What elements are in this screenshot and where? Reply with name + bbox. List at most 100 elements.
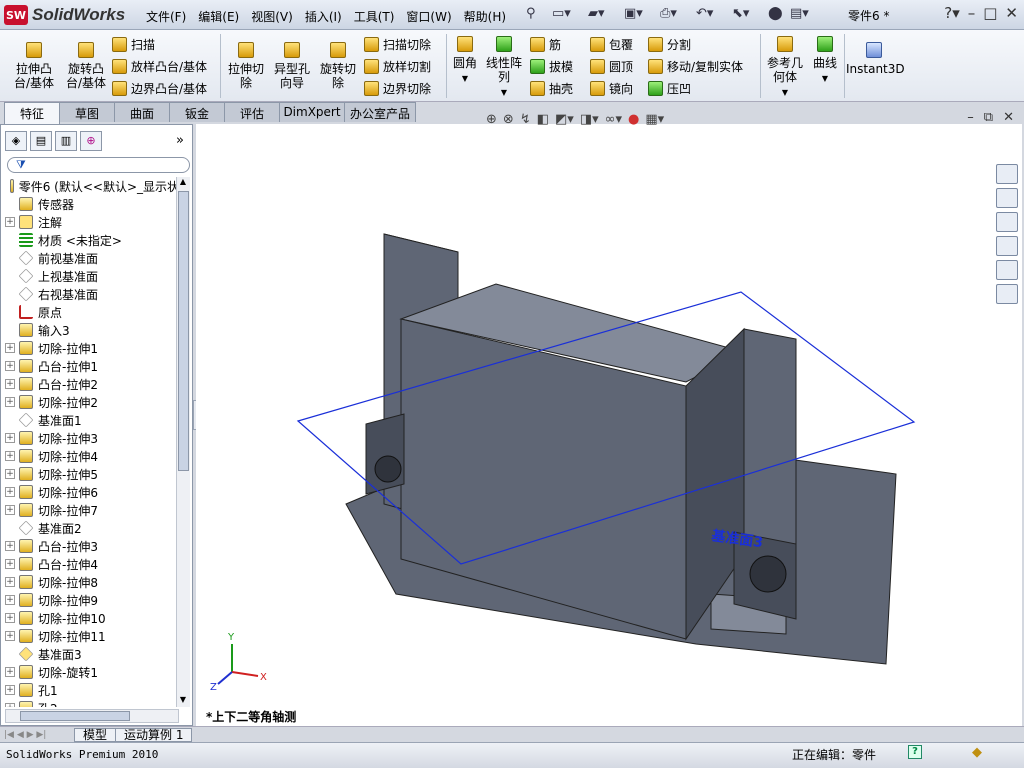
expand-panel-chevron-icon[interactable]: » [176, 133, 184, 148]
scroll-down-icon[interactable]: ▼ [177, 695, 189, 707]
feature-tree-item[interactable]: + 凸台-拉伸1 [5, 357, 179, 375]
scroll-up-icon[interactable]: ▲ [177, 177, 189, 189]
help-question-icon[interactable]: ?▾ [944, 4, 960, 22]
linear-pattern-dropdown-icon[interactable]: ▼ [501, 88, 507, 97]
print-icon[interactable]: ⎙▾ [660, 6, 677, 21]
expand-icon[interactable]: + [5, 433, 15, 443]
feature-tree-item[interactable]: 基准面1 [5, 411, 179, 429]
open-folder-icon[interactable]: ▰▾ [588, 6, 605, 21]
fillet-dropdown-icon[interactable]: ▼ [462, 74, 468, 83]
expand-icon[interactable]: + [5, 613, 15, 623]
expand-icon[interactable]: + [5, 361, 15, 371]
expand-icon[interactable]: + [5, 595, 15, 605]
scroll-thumb[interactable] [178, 191, 189, 471]
solidworks-resources-icon[interactable] [996, 164, 1018, 184]
feature-tree-item[interactable]: 基准面2 [5, 519, 179, 537]
expand-icon[interactable]: + [5, 379, 15, 389]
graphics-viewport[interactable]: ⊕ ⊗ ↯ ◧ ◩▾ ◨▾ ∞▾ ● ▦▾ – ⧉ ✕ 基准面3 Y X Z *… [196, 110, 1022, 726]
reference-geometry-dropdown-icon[interactable]: ▼ [782, 88, 788, 97]
expand-icon[interactable]: + [5, 577, 15, 587]
undo-icon[interactable]: ↶▾ [696, 6, 713, 21]
solidworks-logo[interactable]: SW SolidWorks [4, 4, 125, 26]
close-icon[interactable]: ✕ [1005, 4, 1018, 22]
rebuild-traffic-light-icon[interactable]: ⬤ [768, 6, 783, 21]
tab-sheet-metal[interactable]: 钣金 [169, 102, 225, 122]
new-document-icon[interactable]: ▭▾ [552, 6, 571, 21]
select-cursor-icon[interactable]: ⬉▾ [732, 6, 749, 21]
viewport-restore-icon[interactable]: ⧉ [984, 110, 993, 125]
move-copy-button[interactable]: 移动/复制实体 [648, 58, 743, 75]
feature-tree-horizontal-scrollbar[interactable] [5, 709, 179, 723]
tab-model[interactable]: 模型 [74, 727, 117, 742]
sweep-button[interactable]: 扫描 [112, 36, 155, 53]
extrude-cut-button[interactable]: 拉伸切除 [224, 42, 268, 90]
menu-view[interactable]: 视图(V) [245, 6, 299, 27]
expand-icon[interactable]: + [5, 541, 15, 551]
feature-tree-tab-icon[interactable]: ◈ [5, 131, 27, 151]
feature-filter-input[interactable]: ⧩ [7, 157, 190, 173]
feature-tree-item[interactable]: + 凸台-拉伸3 [5, 537, 179, 555]
feature-tree-item[interactable]: + 切除-拉伸11 [5, 627, 179, 645]
file-explorer-icon[interactable] [996, 212, 1018, 232]
lofted-cut-button[interactable]: 放样切割 [364, 58, 431, 75]
feature-tree-item[interactable]: 上视基准面 [5, 267, 179, 285]
expand-icon[interactable]: + [5, 559, 15, 569]
expand-icon[interactable]: + [5, 505, 15, 515]
tab-navigation-arrows-icon[interactable]: |◀ ◀ ▶ ▶| [0, 730, 74, 740]
menu-window[interactable]: 窗口(W) [400, 6, 457, 27]
feature-tree-item[interactable]: + 切除-拉伸7 [5, 501, 179, 519]
feature-tree-item[interactable]: + 凸台-拉伸4 [5, 555, 179, 573]
rib-button[interactable]: 筋 [530, 36, 561, 53]
feature-tree-item[interactable]: + 切除-拉伸6 [5, 483, 179, 501]
expand-icon[interactable]: + [5, 667, 15, 677]
menu-tools[interactable]: 工具(T) [348, 6, 401, 27]
hole-wizard-button[interactable]: 异型孔向导 [270, 42, 314, 90]
feature-tree-item[interactable]: 右视基准面 [5, 285, 179, 303]
feature-tree-item[interactable]: 原点 [5, 303, 179, 321]
feature-tree-item[interactable]: 零件6 (默认<<默认>_显示状 [5, 177, 179, 195]
tab-office-products[interactable]: 办公室产品 [344, 102, 416, 122]
dome-button[interactable]: 圆顶 [590, 58, 633, 75]
expand-icon[interactable]: + [5, 487, 15, 497]
expand-icon[interactable]: + [5, 217, 15, 227]
menu-help[interactable]: 帮助(H) [458, 6, 512, 27]
swept-cut-button[interactable]: 扫描切除 [364, 36, 431, 53]
options-icon[interactable]: ▤▾ [790, 6, 809, 21]
curves-button[interactable]: 曲线 ▼ [810, 36, 840, 86]
fillet-button[interactable]: 圆角 ▼ [450, 36, 480, 86]
boundary-cut-button[interactable]: 边界切除 [364, 80, 431, 97]
feature-tree-item[interactable]: 前视基准面 [5, 249, 179, 267]
save-icon[interactable]: ▣▾ [624, 6, 643, 21]
feature-tree-item[interactable]: + 切除-拉伸8 [5, 573, 179, 591]
linear-pattern-button[interactable]: 线性阵列 ▼ [484, 36, 524, 100]
viewport-close-icon[interactable]: ✕ [1003, 110, 1014, 125]
quick-tips-help-icon[interactable]: ? [908, 745, 922, 759]
custom-properties-icon[interactable] [996, 284, 1018, 304]
feature-tree-item[interactable]: + 切除-拉伸9 [5, 591, 179, 609]
revolve-cut-button[interactable]: 旋转切除 [316, 42, 360, 90]
indent-button[interactable]: 压凹 [648, 80, 691, 97]
feature-tree-item[interactable]: + 孔2 [5, 699, 179, 707]
model-3d-view[interactable]: 基准面3 Y X Z [196, 124, 1022, 726]
feature-tree-item[interactable]: 输入3 [5, 321, 179, 339]
wrap-button[interactable]: 包覆 [590, 36, 633, 53]
expand-icon[interactable]: + [5, 631, 15, 641]
feature-tree-item[interactable]: + 凸台-拉伸2 [5, 375, 179, 393]
viewport-minimize-icon[interactable]: – [967, 110, 974, 125]
appearances-icon[interactable] [996, 260, 1018, 280]
extrude-boss-button[interactable]: 拉伸凸台/基体 [10, 42, 58, 90]
menu-insert[interactable]: 插入(I) [299, 6, 348, 27]
expand-icon[interactable]: + [5, 451, 15, 461]
expand-icon[interactable]: + [5, 343, 15, 353]
draft-button[interactable]: 拔模 [530, 58, 573, 75]
configuration-manager-tab-icon[interactable]: ▥ [55, 131, 77, 151]
menu-file[interactable]: 文件(F) [140, 6, 192, 27]
split-button[interactable]: 分割 [648, 36, 691, 53]
feature-tree-item[interactable]: 传感器 [5, 195, 179, 213]
shell-button[interactable]: 抽壳 [530, 80, 573, 97]
feature-tree-item[interactable]: + 切除-旋转1 [5, 663, 179, 681]
feature-tree-item[interactable]: + 切除-拉伸3 [5, 429, 179, 447]
revolve-boss-button[interactable]: 旋转凸台/基体 [62, 42, 110, 90]
expand-icon[interactable]: + [5, 703, 15, 707]
tag-icon[interactable]: ◆ [972, 745, 982, 760]
